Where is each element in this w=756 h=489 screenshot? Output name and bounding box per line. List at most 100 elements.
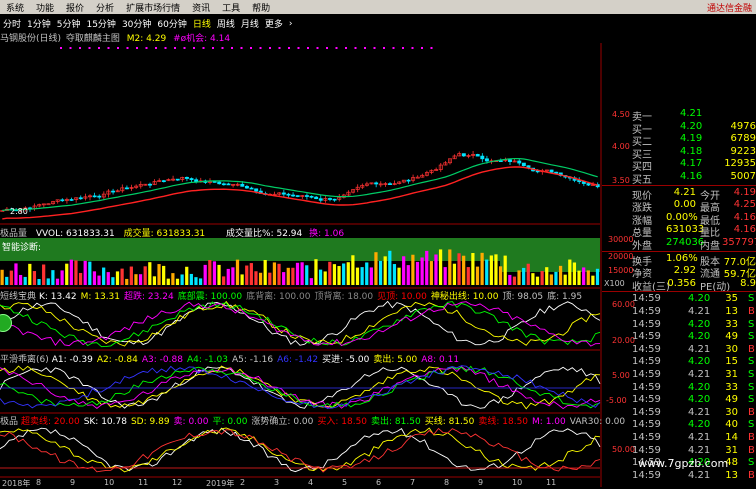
volume-bar xyxy=(457,253,461,285)
volume-bar xyxy=(415,261,420,285)
tick-row: 14:59 4.20 33 S xyxy=(602,382,756,395)
quote-level-row: 买五 4.16 5007 xyxy=(602,171,756,186)
short-term-header: 短线宝典 K: 13.42 M: 13.31 超跌: 23.24 底部震: 100.00… xyxy=(0,289,586,302)
volume-bar xyxy=(125,278,129,285)
candle-body xyxy=(406,179,411,182)
quote-volume: 12935 xyxy=(724,158,756,170)
signal-dot xyxy=(411,47,414,49)
volume-bar xyxy=(138,274,143,285)
indicator-value: 买线: 81.50 xyxy=(424,417,475,427)
candle-body xyxy=(69,199,74,201)
tick-price: 4.21 xyxy=(688,432,711,443)
signal-dot xyxy=(430,47,433,49)
indicator-value: SD: 9.89 xyxy=(130,417,170,427)
volume-bar xyxy=(106,272,110,285)
volume-bar xyxy=(572,262,577,285)
stat-value: 4.19 xyxy=(733,186,756,198)
volume-bar xyxy=(60,270,64,285)
period-tab[interactable]: 周线 xyxy=(214,17,238,30)
volume-bar xyxy=(420,257,424,285)
quote-stat-row: 总量 631033 量比 4.16 xyxy=(602,224,756,239)
volume-bar xyxy=(466,267,470,285)
ma-line xyxy=(2,158,598,212)
candle-body xyxy=(281,192,286,195)
period-tab[interactable]: 日线 xyxy=(190,17,214,30)
period-tab[interactable]: 月线 xyxy=(238,17,262,30)
indicator-value: 卖: 0.00 xyxy=(173,417,209,427)
volume-bar xyxy=(175,278,180,285)
quote-price: 4.19 xyxy=(680,133,703,145)
panel-label: 平滑乖离(6) xyxy=(0,355,49,365)
tick-row: 14:59 4.21 13 B xyxy=(602,470,756,483)
candle-body xyxy=(286,193,291,196)
tick-volume: 30 xyxy=(725,343,738,355)
menu-item[interactable]: 报价 xyxy=(60,1,90,14)
tick-time: 14:59 xyxy=(632,356,661,368)
volume-bar xyxy=(411,254,415,285)
volume-bar xyxy=(157,264,161,285)
quote-stat-row: 涨幅 0.00% 最低 4.16 xyxy=(602,211,756,227)
tick-price: 4.20 xyxy=(688,419,711,431)
menu-item[interactable]: 功能 xyxy=(30,1,60,14)
bias-panel xyxy=(0,365,601,410)
indicator-value: M: 1.00 xyxy=(532,417,566,427)
more-arrow-icon[interactable]: › xyxy=(286,19,296,29)
volume-bar xyxy=(577,270,581,285)
date-tick-label: 9 xyxy=(70,478,76,487)
volume-bar xyxy=(69,259,73,285)
signal-dot xyxy=(354,47,357,49)
menu-item[interactable]: 扩展市场行情 xyxy=(120,1,186,14)
stat-value: 4.16 xyxy=(733,211,756,223)
menu-item[interactable]: 工具 xyxy=(216,1,246,14)
candle-body xyxy=(521,162,526,167)
volume-bar xyxy=(231,267,235,285)
signal-dot xyxy=(212,47,214,49)
date-tick-label: 2 xyxy=(240,478,246,487)
menu-item[interactable]: 系统 xyxy=(0,1,30,14)
menu-item[interactable]: 资讯 xyxy=(186,1,216,14)
menu-item[interactable]: 分析 xyxy=(90,1,120,14)
volume-bar xyxy=(277,263,281,285)
candle-body xyxy=(461,153,466,157)
period-tab[interactable]: 30分钟 xyxy=(119,17,154,30)
signal-dot xyxy=(221,47,224,49)
tick-volume: 35 xyxy=(725,293,738,305)
candle-body xyxy=(212,181,217,183)
period-tab[interactable]: 60分钟 xyxy=(154,17,189,30)
tick-row: 14:59 4.20 40 S xyxy=(602,419,756,432)
signal-dot xyxy=(250,47,252,49)
tick-side: B xyxy=(748,406,755,418)
divider xyxy=(602,184,756,186)
indicator-value: SK: 10.78 xyxy=(83,417,127,427)
volume-bar xyxy=(489,255,493,285)
volume-bar xyxy=(425,250,429,285)
candle-body xyxy=(586,183,591,186)
period-tab[interactable]: 15分钟 xyxy=(83,17,118,30)
period-tab[interactable]: 分时 xyxy=(0,17,24,30)
signal-dot xyxy=(155,47,157,49)
period-tab[interactable]: 更多 xyxy=(262,17,286,30)
tick-time: 14:59 xyxy=(632,331,661,343)
volume-bar xyxy=(508,274,512,285)
tick-price: 4.21 xyxy=(688,469,711,481)
volume-bar xyxy=(429,261,433,285)
tick-time: 14:59 xyxy=(632,406,661,418)
period-tab[interactable]: 1分钟 xyxy=(24,17,54,30)
menu-item[interactable]: 帮助 xyxy=(246,1,276,14)
volume-bar xyxy=(111,277,115,285)
tick-row: 14:59 4.20 49 S xyxy=(602,331,756,344)
quote-stat-row: 收益(三) 0.356 PE(动) 8.9 xyxy=(602,278,756,293)
quote-volume: 6789 xyxy=(730,133,756,145)
volume-bar xyxy=(443,267,447,285)
period-tab[interactable]: 5分钟 xyxy=(54,17,84,30)
tick-volume: 30 xyxy=(725,406,738,418)
stat-value: 357797 xyxy=(722,237,756,248)
volume-bar xyxy=(291,267,295,285)
candle-body xyxy=(328,198,332,200)
oscillator-line xyxy=(0,300,601,347)
date-tick-label: 12 xyxy=(172,478,183,487)
volume-bar xyxy=(74,260,78,285)
volume-bar xyxy=(531,273,535,285)
signal-dot xyxy=(307,47,309,49)
candle-body xyxy=(148,183,152,186)
